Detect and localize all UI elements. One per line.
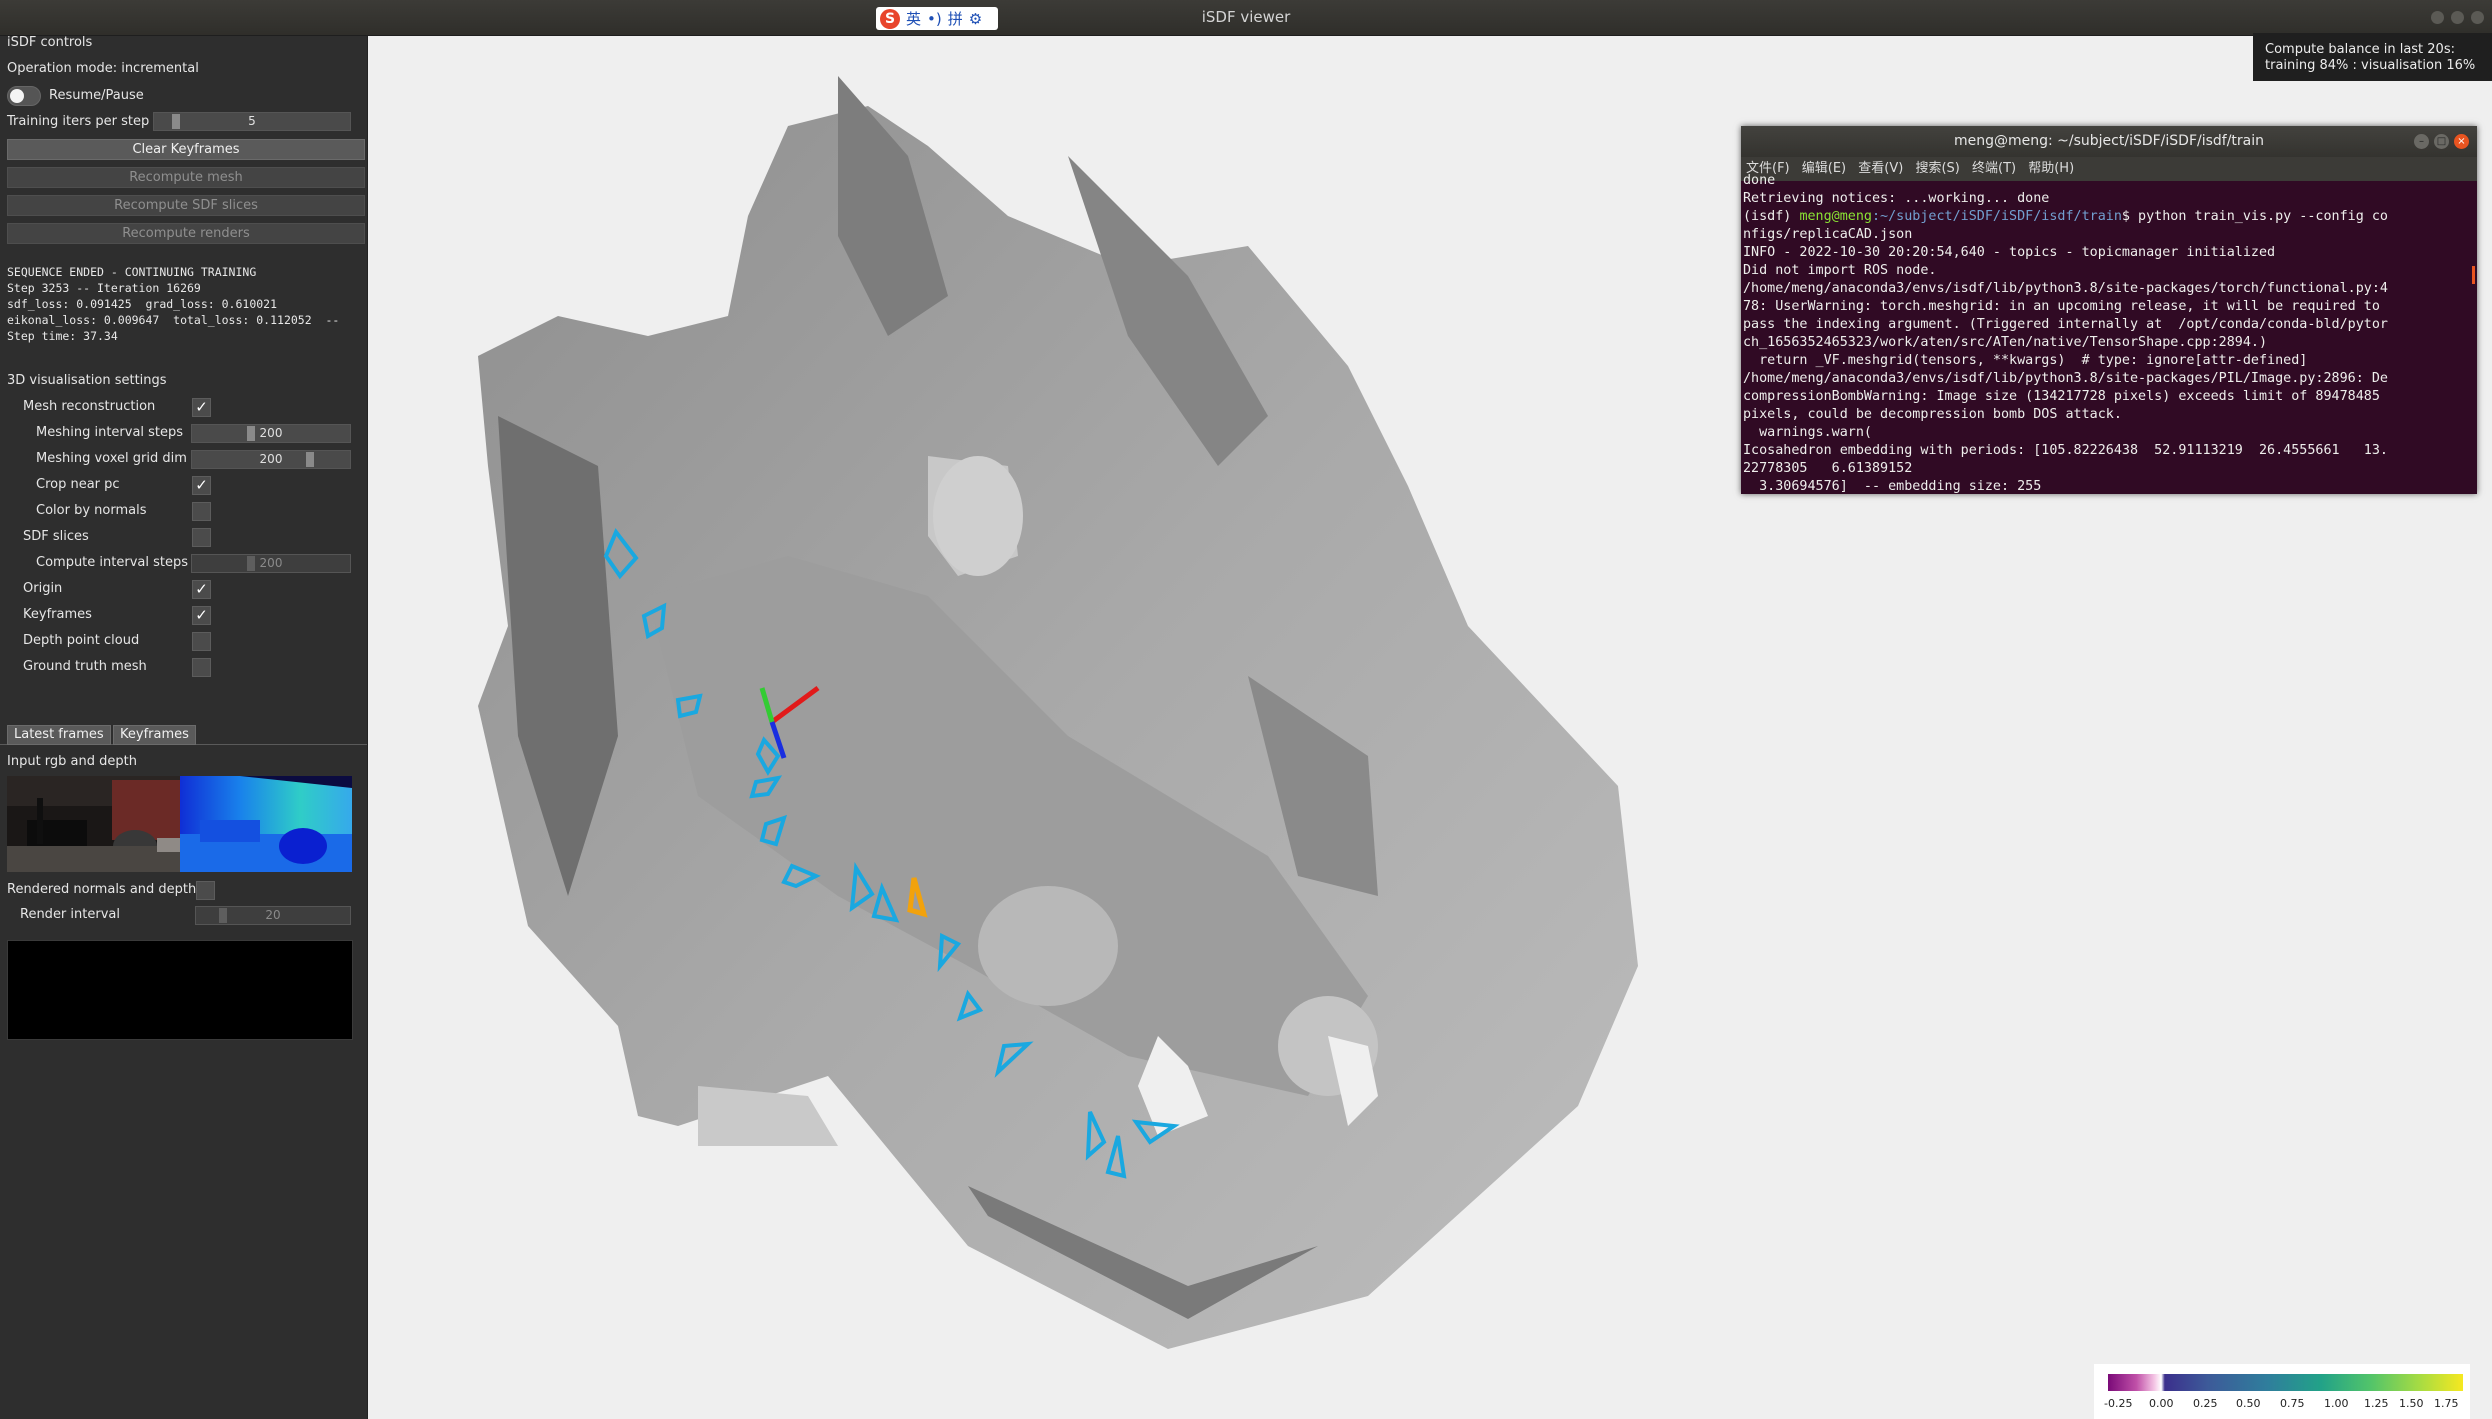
recompute-mesh-button[interactable]: Recompute mesh <box>7 167 365 188</box>
colorbar-gradient <box>2108 1374 2463 1391</box>
terminal-minimize-icon[interactable]: – <box>2414 134 2429 149</box>
compute-interval-label: Compute interval steps <box>36 555 189 570</box>
input-rgb-depth-label: Input rgb and depth <box>7 754 137 769</box>
color-by-normals-checkbox[interactable] <box>192 502 211 521</box>
origin-checkbox[interactable]: ✓ <box>192 580 211 599</box>
terminal-titlebar: meng@meng: ~/subject/iSDF/iSDF/isdf/trai… <box>1741 126 2477 157</box>
render-interval-slider[interactable]: 20 <box>195 906 351 925</box>
colorbar-tick: 1.25 <box>2364 1397 2389 1410</box>
training-iters-label: Training iters per step <box>7 114 150 129</box>
maximize-icon[interactable] <box>2451 11 2464 24</box>
terminal-close-icon[interactable]: × <box>2454 134 2469 149</box>
origin-label: Origin <box>23 581 63 596</box>
meshing-interval-label: Meshing interval steps <box>36 425 184 440</box>
minimize-icon[interactable] <box>2431 11 2444 24</box>
terminal-output[interactable]: done Retrieving notices: ...working... do… <box>1741 172 2477 494</box>
depth-frame-image <box>180 776 352 872</box>
tab-keyframes[interactable]: Keyframes <box>113 725 196 745</box>
clear-keyframes-button[interactable]: Clear Keyframes <box>7 139 365 160</box>
menu-view[interactable]: 查看(V) <box>1858 161 1903 176</box>
mesh-reconstruction-label: Mesh reconstruction <box>23 399 156 414</box>
meshing-interval-slider[interactable]: 200 <box>191 424 351 443</box>
recompute-renders-button[interactable]: Recompute renders <box>7 223 365 244</box>
depth-point-cloud-label: Depth point cloud <box>23 633 140 648</box>
render-interval-label: Render interval <box>20 907 120 922</box>
terminal-window[interactable]: meng@meng: ~/subject/iSDF/iSDF/isdf/trai… <box>1741 126 2477 494</box>
terminal-title: meng@meng: ~/subject/iSDF/iSDF/isdf/trai… <box>1953 133 2265 149</box>
colorbar-tick: 0.00 <box>2149 1397 2174 1410</box>
rgb-frame-image <box>7 776 180 872</box>
terminal-scrollbar[interactable] <box>2472 266 2475 284</box>
recompute-sdf-button[interactable]: Recompute SDF slices <box>7 195 365 216</box>
meshing-voxel-label: Meshing voxel grid dim <box>36 451 187 466</box>
terminal-maximize-icon[interactable]: □ <box>2434 134 2449 149</box>
color-by-normals-label: Color by normals <box>36 503 147 518</box>
meshing-voxel-slider[interactable]: 200 <box>191 450 351 469</box>
keyframes-label: Keyframes <box>23 607 92 622</box>
menu-edit[interactable]: 编辑(E) <box>1802 161 1846 176</box>
rendered-normals-label: Rendered normals and depth <box>7 882 197 897</box>
close-icon[interactable] <box>2471 11 2484 24</box>
sdf-colorbar: -0.25 0.00 0.25 0.50 0.75 1.00 1.25 1.50… <box>2094 1364 2470 1419</box>
menu-help[interactable]: 帮助(H) <box>2028 161 2074 176</box>
ground-truth-mesh-checkbox[interactable] <box>192 658 211 677</box>
colorbar-tick: 0.25 <box>2193 1397 2218 1410</box>
menu-search[interactable]: 搜索(S) <box>1915 161 1959 176</box>
sdf-slices-checkbox[interactable] <box>192 528 211 547</box>
controls-panel: iSDF controls Operation mode: incrementa… <box>0 35 368 1419</box>
keyframes-checkbox[interactable]: ✓ <box>192 606 211 625</box>
crop-near-pc-checkbox[interactable]: ✓ <box>192 476 211 495</box>
training-log: SEQUENCE ENDED - CONTINUING TRAINING Step… <box>7 265 340 343</box>
panel-heading: iSDF controls <box>7 35 93 50</box>
tab-latest-frames[interactable]: Latest frames <box>7 725 111 745</box>
colorbar-tick: 1.75 <box>2434 1397 2459 1410</box>
ground-truth-mesh-label: Ground truth mesh <box>23 659 147 674</box>
mesh-reconstruction-checkbox[interactable]: ✓ <box>192 398 211 417</box>
sdf-slices-label: SDF slices <box>23 529 89 544</box>
depth-point-cloud-checkbox[interactable] <box>192 632 211 651</box>
compute-balance-line2: training 84% : visualisation 16% <box>2265 58 2476 73</box>
colorbar-tick: -0.25 <box>2104 1397 2133 1410</box>
vis-settings-heading: 3D visualisation settings <box>7 373 167 388</box>
compute-interval-slider[interactable]: 200 <box>191 554 351 573</box>
compute-balance-panel: Compute balance in last 20s: training 84… <box>2253 33 2492 81</box>
window-title: iSDF viewer <box>1201 8 1291 26</box>
colorbar-tick: 0.50 <box>2236 1397 2261 1410</box>
rendered-normals-checkbox[interactable] <box>196 881 215 900</box>
colorbar-tick: 0.75 <box>2280 1397 2305 1410</box>
colorbar-tick: 1.50 <box>2399 1397 2424 1410</box>
training-iters-slider[interactable]: 5 <box>153 112 351 131</box>
colorbar-tick: 1.00 <box>2324 1397 2349 1410</box>
render-output-canvas <box>7 940 353 1040</box>
crop-near-pc-label: Crop near pc <box>36 477 120 492</box>
resume-pause-toggle[interactable] <box>7 86 41 106</box>
menu-terminal[interactable]: 终端(T) <box>1972 161 2016 176</box>
resume-pause-label: Resume/Pause <box>49 88 144 103</box>
operation-mode: Operation mode: incremental <box>7 61 199 76</box>
compute-balance-line1: Compute balance in last 20s: <box>2265 42 2455 57</box>
window-titlebar: S 英 •) 拼 ⚙ iSDF viewer <box>0 0 2492 36</box>
